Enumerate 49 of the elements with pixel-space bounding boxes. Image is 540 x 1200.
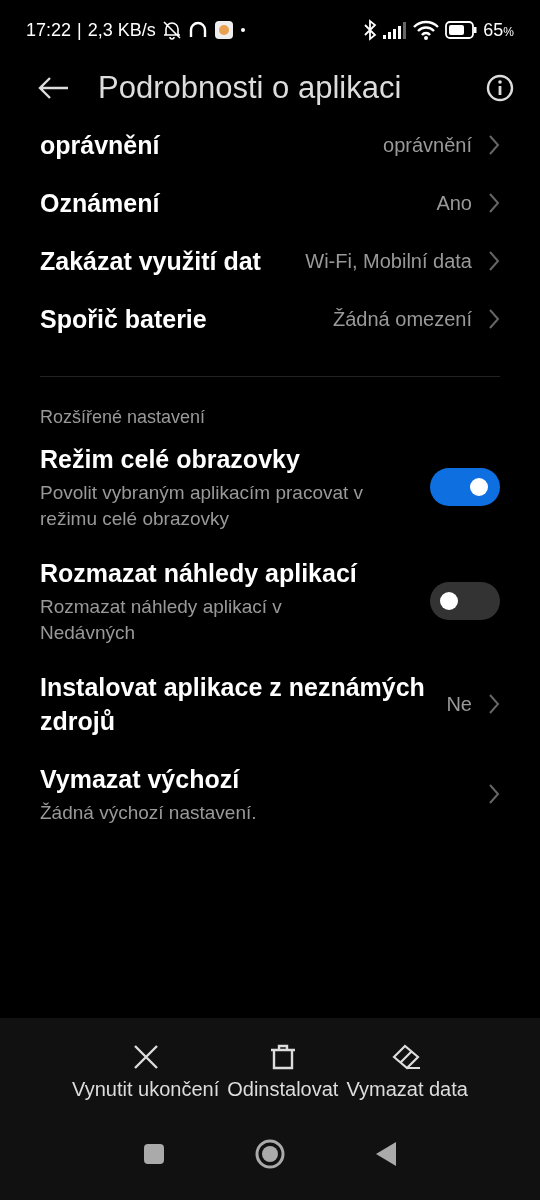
chevron-icon <box>488 783 500 805</box>
setting-title[interactable]: Spořič baterie <box>40 302 317 336</box>
dot-icon <box>239 27 246 33</box>
setting-value: Ano <box>436 191 472 216</box>
setting-value: Ne <box>446 692 472 717</box>
info-icon[interactable] <box>486 74 514 102</box>
network-speed: 2,3 KB/s <box>87 19 156 41</box>
action-button[interactable]: Vymazat data <box>346 1044 468 1101</box>
setting-title[interactable]: Zakázat využití dat <box>40 244 290 278</box>
page-title: Podrobnosti o aplikaci <box>98 70 403 106</box>
setting-value: Žádná omezení <box>333 307 472 332</box>
battery-percentage: 65% <box>483 19 514 41</box>
headphones-icon <box>187 20 208 40</box>
setting-title[interactable]: Vymazat výchozí <box>40 762 472 796</box>
action-button[interactable]: Vynutit ukončení <box>72 1044 220 1101</box>
setting-title[interactable]: Instalovat aplikace z neznámých zdrojů <box>40 670 431 738</box>
signal-icon <box>383 21 408 39</box>
wifi-icon <box>413 20 440 40</box>
recents-button-icon[interactable] <box>143 1143 165 1165</box>
bluetooth-icon <box>363 19 378 41</box>
toggle-switch[interactable] <box>430 468 500 506</box>
back-button-icon[interactable] <box>375 1141 397 1167</box>
back-arrow-icon[interactable] <box>38 76 70 100</box>
chevron-icon <box>488 134 500 156</box>
action-button[interactable]: Odinstalovat <box>227 1044 339 1101</box>
muted-bell-icon <box>161 20 182 40</box>
chevron-icon <box>488 192 500 214</box>
eraser-icon <box>392 1044 423 1070</box>
chevron-icon <box>488 308 500 330</box>
trash-icon <box>269 1044 296 1070</box>
setting-description: Povolit vybraným aplikacím pracovat v režimu celé obrazovky <box>40 481 365 531</box>
home-button-icon[interactable] <box>255 1139 285 1169</box>
setting-title[interactable]: Režim celé obrazovky <box>40 442 414 476</box>
chevron-icon <box>488 693 500 715</box>
close-icon <box>132 1044 159 1070</box>
setting-description: Žádná výchozí nastavení. <box>40 801 258 825</box>
battery-icon <box>445 21 478 39</box>
status-separator: | <box>77 19 82 41</box>
chevron-icon <box>488 250 500 272</box>
section-heading: Rozšířené nastavení <box>40 407 207 428</box>
setting-value: oprávnění <box>383 133 472 158</box>
setting-title[interactable]: oprávnění <box>40 128 368 162</box>
setting-description: Rozmazat náhledy aplikací v Nedávných <box>40 595 283 645</box>
toggle-switch[interactable] <box>430 582 500 620</box>
setting-value: Wi-Fi, Mobilní data <box>305 249 472 274</box>
setting-title[interactable]: Rozmazat náhledy aplikací <box>40 556 414 590</box>
setting-title[interactable]: Oznámení <box>40 186 421 220</box>
status-time: 17:22 <box>26 19 72 41</box>
app-icon <box>213 20 234 40</box>
